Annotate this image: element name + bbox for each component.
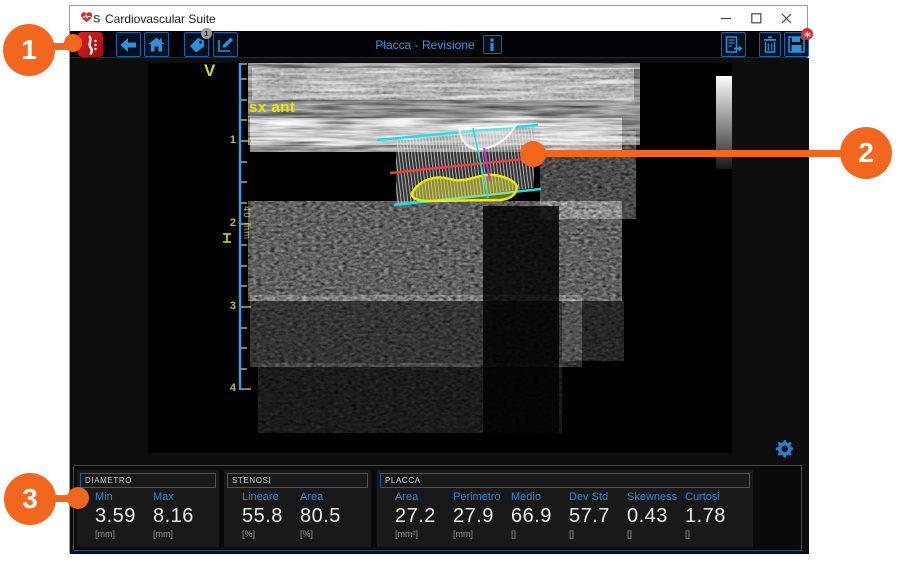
measure-unit: [] [685,529,743,539]
measure-value: 27.2 [395,505,453,528]
depth-label: 40 mm [241,206,252,240]
panel-stenosi: STENOSI Lineare 55.8[%] Area 80.5[%] [224,470,371,547]
measure-unit: [] [511,529,569,539]
info-button[interactable] [483,35,502,54]
save-alert-badge [801,28,813,40]
measure-value: 3.59 [95,505,153,528]
ultrasound-image[interactable]: V sx ant 40 mm 1 2 3 4 [148,63,732,453]
tag-count-badge: 1 [201,28,212,39]
measure-value: 66.9 [511,505,569,528]
measure-max: Max 8.16[mm] [153,491,211,539]
panel-placca: PLACCAArea27.2[mm²]Perimetro27.9[mm]Medi… [377,470,753,547]
export-icon [725,36,743,53]
asterisk-icon [804,31,811,38]
measure-value: 57.7 [569,505,627,528]
delete-button[interactable] [759,32,781,57]
home-icon [148,37,165,52]
tag-button[interactable]: 1 [184,32,209,57]
measure-label: Lineare [242,491,300,503]
settings-button[interactable] [775,440,793,458]
callout-1: 1 [3,24,55,76]
measure-label: Dev Std [569,491,627,503]
panel-title: DIAMETRO [80,473,216,488]
measure-label: Curtosi [685,491,743,503]
measure-value: 0.43 [627,505,685,528]
measure-min: Min 3.59[mm] [95,491,153,539]
focus-marker [223,234,231,242]
window-title: Cardiovascular Suite [105,12,216,26]
view-title: Placca - Revisione [375,38,474,52]
measure-label: Area [395,491,453,503]
ruler-tick-label: 1 [222,134,236,146]
callout-2-dot [520,141,546,167]
back-button[interactable] [116,32,141,57]
panel-diametro: DIAMETRO Min 3.59[mm] Max 8.16[mm] [77,470,219,547]
measure-unit: [] [627,529,685,539]
measure-unit: [%] [242,529,300,539]
measure-area: Area 27.2[mm²] [395,491,453,539]
measure-dev-std: Dev Std 57.7[] [569,491,627,539]
gear-icon [775,440,793,458]
measure-unit: [mm²] [395,529,453,539]
far-plaque-outline [412,175,517,201]
measure-lineare: Lineare 55.8[%] [242,491,300,539]
app-window: S Cardiovascular Suite [69,5,808,553]
measure-value: 1.78 [685,505,743,528]
titlebar: S Cardiovascular Suite [70,6,807,31]
measure-label: Skewness [627,491,685,503]
measure-unit: [] [569,529,627,539]
measure-label: Perimetro [453,491,511,503]
measure-curtosi: Curtosi 1.78[] [685,491,743,539]
measure-skewness: Skewness 0.43[] [627,491,685,539]
measure-medio: Medio 66.9[] [511,491,569,539]
maximize-button[interactable] [741,6,771,31]
measure-value: 8.16 [153,505,211,528]
ruler-tick-label: 4 [222,382,236,394]
plaque-measurement-overlay [377,125,541,205]
measure-unit: [%] [300,529,358,539]
minimize-button[interactable] [711,6,741,31]
back-arrow-icon [120,38,137,52]
callout-2: 2 [840,127,892,179]
export-button[interactable] [721,32,746,57]
callout-1-dot [64,34,82,52]
edit-pencil-icon [217,36,234,53]
measure-value: 80.5 [300,505,358,528]
edit-button[interactable] [213,32,238,57]
orientation-marker: V [204,61,215,81]
close-button[interactable] [771,6,801,31]
measure-value: 55.8 [242,505,300,528]
ruler-tick-label: 2 [222,217,236,229]
ruler-tick-label: 3 [222,300,236,312]
panel-title: PLACCA [380,473,750,488]
measure-perimetro: Perimetro 27.9[mm] [453,491,511,539]
app-logo-icon: S [78,11,100,26]
measure-area: Area 80.5[%] [300,491,358,539]
measure-label: Area [300,491,358,503]
callout-3: 3 [4,473,56,525]
scan-annotation: sx ant [249,99,295,116]
svg-text:S: S [93,14,100,26]
measure-label: Medio [511,491,569,503]
main-content: V sx ant 40 mm 1 2 3 4 DIAMETROMin3.59[m… [70,58,809,554]
measure-value: 27.9 [453,505,511,528]
panel-title: STENOSI [227,473,368,488]
toolbar: 1 Placca - Revisione [70,31,807,58]
measure-unit: [mm] [95,529,153,539]
callout-3-dot [67,487,89,509]
measurements-strip: DIAMETROMin3.59[mm]Max8.16[mm] STENOSILi… [73,465,802,551]
measure-unit: [mm] [153,529,211,539]
measure-unit: [mm] [453,529,511,539]
home-button[interactable] [144,32,169,57]
trash-icon [763,36,777,53]
info-icon [489,38,495,51]
callout-2-line [540,150,845,157]
measure-label: Max [153,491,211,503]
measure-label: Min [95,491,153,503]
save-button[interactable] [784,32,809,57]
